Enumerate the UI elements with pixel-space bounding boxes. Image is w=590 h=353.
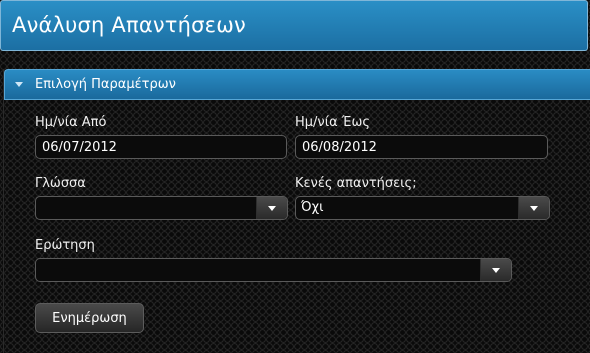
- question-select[interactable]: [35, 258, 512, 282]
- date-to-label: Ημ/νία Έως: [295, 115, 371, 130]
- panel-title: Επιλογή Παραμέτρων: [35, 77, 176, 92]
- empty-answers-dropdown-button[interactable]: [518, 197, 549, 219]
- date-from-label: Ημ/νία Από: [35, 115, 107, 130]
- collapse-triangle-icon[interactable]: [15, 82, 23, 87]
- date-from-input[interactable]: [35, 135, 287, 159]
- chevron-down-icon: [530, 206, 538, 211]
- question-label: Ερώτηση: [35, 238, 95, 253]
- language-label: Γλώσσα: [35, 176, 86, 191]
- chevron-down-icon: [492, 268, 500, 273]
- parameters-panel-header[interactable]: Επιλογή Παραμέτρων: [4, 69, 590, 100]
- page-header: Ανάλυση Απαντήσεων: [0, 0, 588, 51]
- page-title: Ανάλυση Απαντήσεων: [12, 13, 246, 37]
- question-dropdown-button[interactable]: [480, 259, 511, 281]
- update-button[interactable]: Ενημέρωση: [35, 303, 144, 333]
- empty-answers-select[interactable]: Όχι: [295, 196, 550, 220]
- language-select[interactable]: [35, 196, 288, 220]
- page: Ανάλυση Απαντήσεων Επιλογή Παραμέτρων Ημ…: [0, 0, 590, 353]
- chevron-down-icon: [268, 206, 276, 211]
- language-dropdown-button[interactable]: [256, 197, 287, 219]
- empty-answers-label: Κενές απαντήσεις;: [295, 176, 417, 191]
- date-to-input[interactable]: [295, 135, 548, 159]
- empty-answers-select-value: Όχι: [301, 200, 324, 215]
